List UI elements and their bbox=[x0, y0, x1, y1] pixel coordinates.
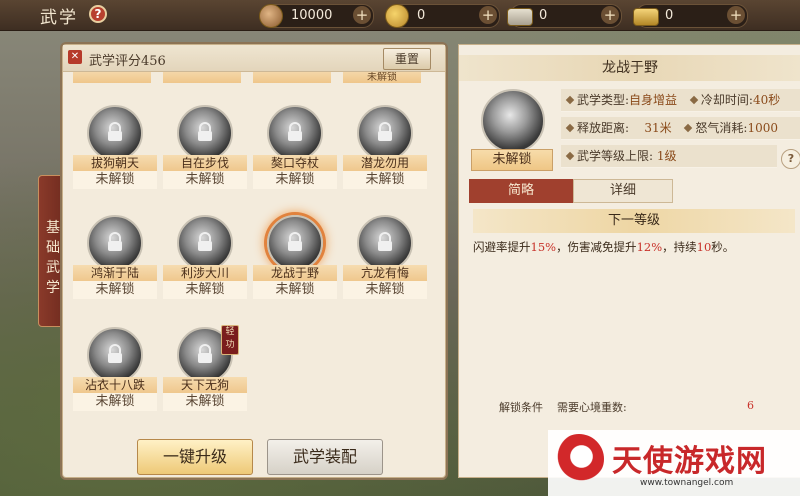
resource-gold: 0 + bbox=[385, 4, 500, 28]
panel-footer: 一键升级 武学装配 bbox=[63, 433, 445, 477]
info-row-level: 武学等级上限: 1级 bbox=[561, 145, 777, 168]
watermark-logo-icon bbox=[554, 434, 604, 484]
watermark-url: www.townangel.com bbox=[640, 478, 734, 488]
detail-tabs: 简略 详细 bbox=[469, 179, 799, 203]
skill-card[interactable]: 利涉大川 未解锁 bbox=[163, 215, 247, 299]
lock-icon bbox=[108, 232, 122, 251]
resource-copper: 10000 + bbox=[259, 4, 374, 28]
skill-state: 未解锁 bbox=[73, 393, 157, 411]
info-row-type: 武学类型:自身增益 冷却时间:40秒 bbox=[561, 89, 800, 112]
gold-coin-icon bbox=[385, 4, 409, 28]
ingot-icon bbox=[507, 8, 533, 26]
skill-name: 天下无狗 bbox=[163, 377, 247, 393]
watermark-text: 天使游戏网 bbox=[612, 444, 767, 479]
watermark: 天使游戏网 www.townangel.com bbox=[548, 430, 800, 496]
tab-brief[interactable]: 简略 bbox=[469, 179, 573, 203]
resource-ingot: 0 + bbox=[507, 4, 622, 28]
skill-card[interactable]: 自在步伐 未解锁 bbox=[163, 105, 247, 189]
skill-card[interactable]: 潜龙勿用 未解锁 bbox=[343, 105, 427, 189]
skill-name: 拔狗朝天 bbox=[73, 155, 157, 171]
gold-ingot-icon bbox=[633, 8, 659, 26]
skill-state: 未解锁 bbox=[73, 171, 157, 189]
skill-state: 未解锁 bbox=[343, 281, 427, 299]
skill-name: 自在步伐 bbox=[163, 155, 247, 171]
lock-icon bbox=[378, 232, 392, 251]
scrolled-label bbox=[163, 72, 241, 83]
skill-state: 未解锁 bbox=[73, 281, 157, 299]
resource-value: 0 bbox=[539, 8, 548, 23]
unlock-value: 6 bbox=[747, 399, 754, 412]
lock-icon bbox=[108, 122, 122, 141]
unlock-condition: 解锁条件 需要心境重数: 6 bbox=[499, 399, 799, 415]
skill-card[interactable]: 獒口夺杖 未解锁 bbox=[253, 105, 337, 189]
skill-name: 獒口夺杖 bbox=[253, 155, 337, 171]
lock-icon bbox=[198, 344, 212, 363]
unlock-requirement: 需要心境重数: bbox=[557, 401, 627, 414]
skill-name: 潜龙勿用 bbox=[343, 155, 427, 171]
dragon-skill-icon bbox=[481, 89, 545, 153]
skill-name: 龙战于野 bbox=[253, 265, 337, 281]
lock-icon bbox=[108, 344, 122, 363]
skill-state: 未解锁 bbox=[163, 171, 247, 189]
reset-button[interactable]: 重置 bbox=[383, 48, 431, 70]
detail-help-icon[interactable]: ? bbox=[781, 149, 800, 169]
lock-icon bbox=[378, 122, 392, 141]
scrolled-label bbox=[253, 72, 331, 83]
skill-card[interactable]: 拔狗朝天 未解锁 bbox=[73, 105, 157, 189]
side-tab-label: 基础武学 bbox=[46, 220, 60, 296]
lock-icon bbox=[288, 232, 302, 251]
skill-name: 利涉大川 bbox=[163, 265, 247, 281]
top-bar: 武学 ? 10000 + 0 + 0 + 0 + bbox=[0, 0, 800, 31]
resource-gold-ingot: 0 + bbox=[633, 4, 748, 28]
martial-score: 武学评分456 bbox=[89, 54, 166, 69]
tab-detail[interactable]: 详细 bbox=[573, 179, 673, 203]
unlock-label: 解锁条件 bbox=[499, 401, 543, 414]
skill-name: 亢龙有悔 bbox=[343, 265, 427, 281]
skill-detail-panel: 龙战于野 未解锁 武学类型:自身增益 冷却时间:40秒 释放距离: 31米 怒气… bbox=[458, 44, 800, 478]
lock-icon bbox=[288, 122, 302, 141]
skill-card[interactable]: 轻功 天下无狗 未解锁 bbox=[163, 325, 247, 411]
next-level-description: 闪避率提升15%，伤害减免提升12%，持续10秒。 bbox=[473, 240, 735, 254]
skill-state: 未解锁 bbox=[163, 281, 247, 299]
skill-card-selected[interactable]: 龙战于野 未解锁 bbox=[253, 215, 337, 299]
one-click-upgrade-button[interactable]: 一键升级 bbox=[137, 439, 253, 475]
qinggong-badge: 轻功 bbox=[221, 325, 239, 355]
copper-coin-icon bbox=[259, 4, 283, 28]
resource-value: 10000 bbox=[291, 8, 333, 23]
skill-list-panel: ✕ 武学评分456 重置 未解锁 拔狗朝天 未解锁 自在步伐 未解锁 獒口夺杖 … bbox=[62, 44, 446, 478]
next-level-header: 下一等级 bbox=[473, 209, 795, 233]
scrolled-label bbox=[73, 72, 151, 83]
skill-name: 沾衣十八跌 bbox=[73, 377, 157, 393]
skill-state: 未解锁 bbox=[163, 393, 247, 411]
skill-state: 未解锁 bbox=[253, 281, 337, 299]
score-icon: ✕ bbox=[68, 50, 82, 64]
detail-lock-state: 未解锁 bbox=[471, 149, 553, 171]
skill-name: 鸿渐于陆 bbox=[73, 265, 157, 281]
panel-header: ✕ 武学评分456 重置 bbox=[63, 45, 445, 72]
skill-card[interactable]: 鸿渐于陆 未解锁 bbox=[73, 215, 157, 299]
page-title: 武学 bbox=[40, 8, 78, 28]
lock-icon bbox=[198, 232, 212, 251]
add-copper-button[interactable]: + bbox=[353, 6, 371, 24]
resource-value: 0 bbox=[417, 8, 426, 23]
skill-card[interactable]: 亢龙有悔 未解锁 bbox=[343, 215, 427, 299]
skill-detail-title: 龙战于野 bbox=[459, 55, 800, 81]
help-icon[interactable]: ? bbox=[89, 5, 107, 23]
skill-state: 未解锁 bbox=[253, 171, 337, 189]
skill-state: 未解锁 bbox=[343, 171, 427, 189]
add-ingot-button[interactable]: + bbox=[601, 6, 619, 24]
skill-card[interactable]: 沾衣十八跌 未解锁 bbox=[73, 327, 157, 411]
lock-icon bbox=[198, 122, 212, 141]
equip-skills-button[interactable]: 武学装配 bbox=[267, 439, 383, 475]
add-gold-button[interactable]: + bbox=[479, 6, 497, 24]
info-row-range: 释放距离: 31米 怒气消耗:1000 bbox=[561, 117, 800, 140]
scrolled-label: 未解锁 bbox=[343, 72, 421, 83]
scrolled-row: 未解锁 bbox=[73, 72, 421, 84]
add-gold-ingot-button[interactable]: + bbox=[727, 6, 745, 24]
resource-value: 0 bbox=[665, 8, 674, 23]
